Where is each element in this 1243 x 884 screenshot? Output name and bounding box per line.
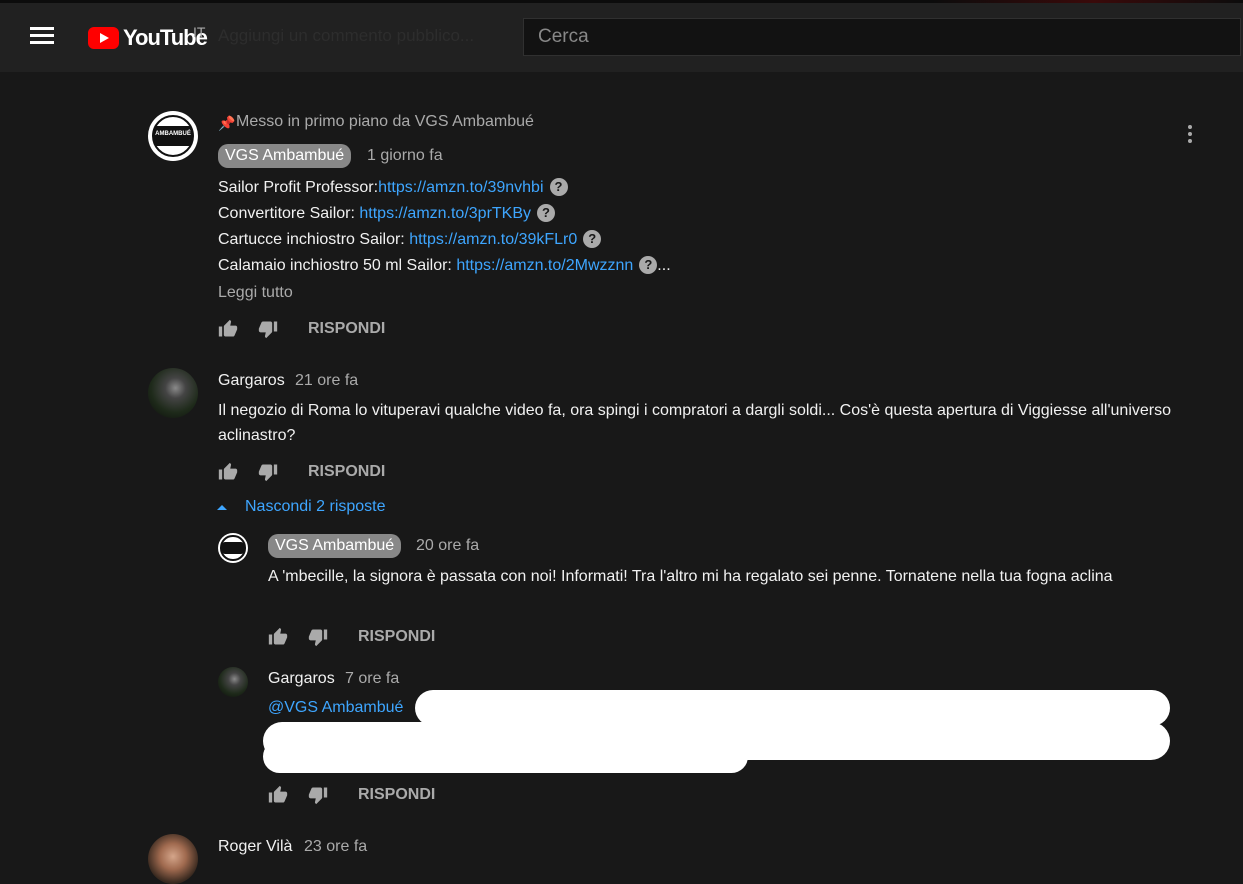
thumbs-up-icon[interactable] — [218, 462, 240, 482]
reply-button[interactable]: RISPONDI — [308, 320, 385, 338]
product-link[interactable]: https://amzn.to/2Mwzznn — [456, 257, 633, 274]
avatar-gargaros[interactable] — [218, 667, 248, 697]
help-icon[interactable]: ? — [549, 178, 568, 196]
help-icon[interactable]: ? — [639, 256, 658, 274]
comment-actions: RISPONDI — [218, 462, 385, 482]
thumbs-down-icon[interactable] — [308, 785, 330, 805]
comment-author[interactable]: Roger Vilà — [218, 838, 292, 856]
hide-replies-button[interactable]: Nascondi 2 risposte — [217, 498, 386, 516]
comment-actions: RISPONDI — [218, 319, 385, 339]
comment-line: Cartucce inchiostro Sailor: https://amzn… — [218, 230, 602, 249]
play-icon — [88, 27, 119, 49]
pinned-label: Messo in primo piano da VGS Ambambué — [236, 113, 534, 130]
comment-line: Convertitore Sailor: https://amzn.to/3pr… — [218, 204, 556, 223]
thumbs-down-icon[interactable] — [308, 627, 330, 647]
author-badge[interactable]: VGS Ambambué — [268, 534, 402, 558]
thumbs-up-icon[interactable] — [268, 627, 290, 647]
comment-time[interactable]: 21 ore fa — [295, 372, 358, 390]
comment-text: A 'mbecille, la signora è passata con no… — [268, 568, 1113, 585]
youtube-logo[interactable]: YouTube — [88, 24, 208, 52]
product-link[interactable]: https://amzn.to/39kFLr0 — [409, 231, 577, 248]
comment-text: Il negozio di Roma lo vituperavi qualche… — [218, 402, 1171, 444]
help-icon[interactable]: ? — [583, 230, 602, 248]
help-icon[interactable]: ? — [537, 204, 556, 222]
comment-author[interactable]: Gargaros — [268, 670, 335, 688]
comment-time[interactable]: 1 giorno fa — [367, 147, 443, 165]
avatar-vgs-ambambue[interactable] — [218, 533, 248, 563]
reply-button[interactable]: RISPONDI — [358, 628, 435, 646]
comment-time[interactable]: 23 ore fa — [304, 838, 367, 856]
product-link[interactable]: https://amzn.to/3prTKBy — [359, 205, 531, 222]
avatar-gargaros[interactable] — [148, 368, 198, 418]
search-box[interactable] — [523, 18, 1241, 56]
redaction — [263, 740, 748, 773]
chevron-up-icon — [217, 504, 227, 510]
comment-line: Sailor Profit Professor:https://amzn.to/… — [218, 178, 568, 197]
top-progress-line — [0, 0, 1243, 3]
comment-time[interactable]: 7 ore fa — [345, 670, 399, 688]
reply-button[interactable]: RISPONDI — [358, 786, 435, 804]
pin-icon: 📌 — [218, 115, 236, 131]
reply-button[interactable]: RISPONDI — [308, 463, 385, 481]
comment-actions: RISPONDI — [268, 785, 435, 805]
mention-link[interactable]: @VGS Ambambué — [268, 699, 403, 717]
comment-line: Calamaio inchiostro 50 ml Sailor: https:… — [218, 256, 671, 274]
thumbs-down-icon[interactable] — [258, 462, 280, 482]
comment-time[interactable]: 20 ore fa — [416, 537, 479, 555]
avatar-vgs-ambambue[interactable]: AMBAMBUÉ — [148, 111, 198, 161]
country-code: IT — [193, 24, 206, 40]
redaction — [415, 690, 1170, 726]
thumbs-up-icon[interactable] — [218, 319, 240, 339]
thumbs-down-icon[interactable] — [258, 319, 280, 339]
avatar-roger-vila[interactable] — [148, 834, 198, 884]
search-input[interactable] — [524, 19, 1240, 55]
product-link[interactable]: https://amzn.to/39nvhbi — [378, 179, 543, 196]
comment-author[interactable]: Gargaros — [218, 372, 285, 390]
hamburger-menu-icon[interactable] — [30, 27, 54, 47]
more-actions-icon[interactable] — [1186, 125, 1194, 147]
author-badge[interactable]: VGS Ambambué — [218, 144, 352, 168]
comment-actions: RISPONDI — [268, 627, 435, 647]
thumbs-up-icon[interactable] — [268, 785, 290, 805]
read-more-button[interactable]: Leggi tutto — [218, 284, 293, 302]
ghost-comment-placeholder: Aggiungi un commento pubblico... — [218, 26, 475, 45]
